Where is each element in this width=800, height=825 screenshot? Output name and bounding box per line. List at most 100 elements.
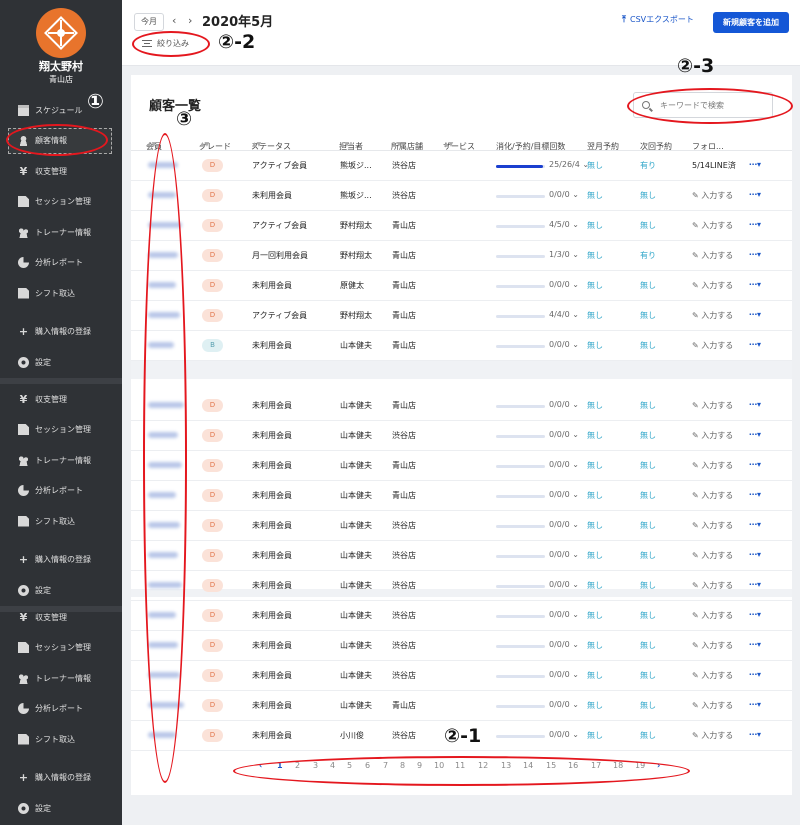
member-name-blurred[interactable] [148, 552, 178, 558]
follow-cell[interactable]: ✎ 入力する [692, 190, 733, 201]
more-menu-button[interactable]: ⋯▾ [749, 310, 761, 319]
progress-counts[interactable]: 0/0/0 ⌄ [549, 550, 579, 559]
chevron-right-icon[interactable]: › [188, 13, 192, 29]
next-month-reservation[interactable]: 無し [587, 250, 603, 261]
next-month-reservation[interactable]: 無し [587, 640, 603, 651]
progress-counts[interactable]: 0/0/0 ⌄ [549, 520, 579, 529]
table-row[interactable]: D 未利用会員 山本健夫 渋谷店 0/0/0 ⌄ 無し 無し ✎ 入力する ⋯▾ [131, 601, 792, 631]
next-reservation[interactable]: 無し [640, 340, 656, 351]
more-menu-button[interactable]: ⋯▾ [749, 700, 761, 709]
next-reservation[interactable]: 有り [640, 250, 656, 261]
next-reservation[interactable]: 無し [640, 460, 656, 471]
chevron-left-icon[interactable]: ‹ [259, 761, 262, 770]
sidebar-item[interactable]: トレーナー情報 [0, 219, 122, 245]
next-reservation[interactable]: 無し [640, 520, 656, 531]
page-number[interactable]: 7 [383, 761, 388, 770]
follow-cell[interactable]: ✎ 入力する [692, 250, 733, 261]
progress-counts[interactable]: 0/0/0 ⌄ [549, 340, 579, 349]
table-row[interactable]: D 未利用会員 山本健夫 渋谷店 0/0/0 ⌄ 無し 無し ✎ 入力する ⋯▾ [131, 511, 792, 541]
next-month-reservation[interactable]: 無し [587, 160, 603, 171]
page-number[interactable]: 5 [347, 761, 352, 770]
chevron-right-icon[interactable]: › [657, 761, 660, 770]
progress-counts[interactable]: 25/26/4 ⌄ [549, 160, 589, 169]
follow-cell[interactable]: ✎ 入力する [692, 280, 733, 291]
more-menu-button[interactable]: ⋯▾ [749, 670, 761, 679]
more-menu-button[interactable]: ⋯▾ [749, 610, 761, 619]
member-name-blurred[interactable] [148, 642, 178, 648]
follow-cell[interactable]: ✎ 入力する [692, 730, 733, 741]
next-reservation[interactable]: 無し [640, 580, 656, 591]
next-month-reservation[interactable]: 無し [587, 610, 603, 621]
next-reservation[interactable]: 無し [640, 670, 656, 681]
table-row[interactable]: D 未利用会員 山本健夫 青山店 0/0/0 ⌄ 無し 無し ✎ 入力する ⋯▾ [131, 391, 792, 421]
page-number[interactable]: 18 [613, 761, 623, 770]
sidebar-item[interactable]: シフト取込 [0, 726, 122, 752]
member-name-blurred[interactable] [148, 612, 176, 618]
more-menu-button[interactable]: ⋯▾ [749, 160, 761, 169]
page-number[interactable]: 14 [523, 761, 533, 770]
next-month-reservation[interactable]: 無し [587, 190, 603, 201]
sidebar-item[interactable]: シフト取込 [0, 508, 122, 534]
follow-cell[interactable]: ✎ 入力する [692, 310, 733, 321]
progress-counts[interactable]: 0/0/0 ⌄ [549, 730, 579, 739]
sidebar-item[interactable]: 分析レポート [0, 478, 122, 504]
progress-counts[interactable]: 4/5/0 ⌄ [549, 220, 579, 229]
member-name-blurred[interactable] [148, 702, 184, 708]
table-row[interactable]: D 未利用会員 山本健夫 渋谷店 0/0/0 ⌄ 無し 無し ✎ 入力する ⋯▾ [131, 421, 792, 451]
progress-counts[interactable]: 0/0/0 ⌄ [549, 670, 579, 679]
member-name-blurred[interactable] [148, 732, 176, 738]
table-row[interactable]: D 未利用会員 山本健夫 青山店 0/0/0 ⌄ 無し 無し ✎ 入力する ⋯▾ [131, 451, 792, 481]
more-menu-button[interactable]: ⋯▾ [749, 220, 761, 229]
page-number[interactable]: 17 [591, 761, 601, 770]
table-row[interactable]: D アクティブ会員 野村翔太 青山店 4/4/0 ⌄ 無し 無し ✎ 入力する ⋯▾ [131, 301, 792, 331]
sidebar-item[interactable]: ¥ 収支管理 [0, 604, 122, 630]
page-number[interactable]: 9 [417, 761, 422, 770]
page-number[interactable]: 15 [546, 761, 556, 770]
next-month-reservation[interactable]: 無し [587, 280, 603, 291]
sidebar-item[interactable]: セッション管理 [0, 189, 122, 215]
table-row[interactable]: D アクティブ会員 熊坂ジ... 渋谷店 25/26/4 ⌄ 無し 有り 5/14LINE済 ⋯… [131, 151, 792, 181]
member-name-blurred[interactable] [148, 252, 178, 258]
page-number[interactable]: 13 [501, 761, 511, 770]
next-reservation[interactable]: 無し [640, 280, 656, 291]
csv-export-button[interactable]: ⤒ CSVエクスポート [622, 14, 694, 25]
more-menu-button[interactable]: ⋯▾ [749, 640, 761, 649]
page-number[interactable]: 3 [313, 761, 318, 770]
follow-cell[interactable]: 5/14LINE済 [692, 160, 736, 171]
member-name-blurred[interactable] [148, 192, 176, 198]
follow-cell[interactable]: ✎ 入力する [692, 340, 733, 351]
search-input[interactable]: キーワードで検索 [633, 92, 773, 118]
table-row[interactable]: D 未利用会員 山本健夫 渋谷店 0/0/0 ⌄ 無し 無し ✎ 入力する ⋯▾ [131, 661, 792, 691]
page-number[interactable]: 4 [330, 761, 335, 770]
member-name-blurred[interactable] [148, 402, 184, 408]
member-name-blurred[interactable] [148, 162, 178, 168]
member-name-blurred[interactable] [148, 342, 174, 348]
sidebar-item[interactable]: + 購入情報の登録 [0, 765, 122, 791]
next-reservation[interactable]: 無し [640, 310, 656, 321]
more-menu-button[interactable]: ⋯▾ [749, 250, 761, 259]
more-menu-button[interactable]: ⋯▾ [749, 340, 761, 349]
member-name-blurred[interactable] [148, 222, 182, 228]
table-row[interactable]: D 未利用会員 熊坂ジ... 渋谷店 0/0/0 ⌄ 無し 無し ✎ 入力する ⋯▾ [131, 181, 792, 211]
member-name-blurred[interactable] [148, 672, 180, 678]
member-name-blurred[interactable] [148, 432, 178, 438]
more-menu-button[interactable]: ⋯▾ [749, 730, 761, 739]
next-reservation[interactable]: 無し [640, 400, 656, 411]
table-row[interactable]: D 未利用会員 山本健夫 青山店 0/0/0 ⌄ 無し 無し ✎ 入力する ⋯▾ [131, 481, 792, 511]
next-reservation[interactable]: 無し [640, 700, 656, 711]
next-reservation[interactable]: 有り [640, 160, 656, 171]
progress-counts[interactable]: 0/0/0 ⌄ [549, 580, 579, 589]
follow-cell[interactable]: ✎ 入力する [692, 430, 733, 441]
sidebar-item[interactable]: + 購入情報の登録 [0, 547, 122, 573]
next-reservation[interactable]: 無し [640, 610, 656, 621]
table-row[interactable]: B 未利用会員 山本健夫 青山店 0/0/0 ⌄ 無し 無し ✎ 入力する ⋯▾ [131, 331, 792, 361]
page-number[interactable]: 10 [434, 761, 444, 770]
sidebar-item[interactable]: トレーナー情報 [0, 447, 122, 473]
sidebar-item[interactable]: 顧客情報 [8, 127, 112, 154]
sidebar-item[interactable]: 設定 [0, 795, 122, 821]
follow-cell[interactable]: ✎ 入力する [692, 220, 733, 231]
next-month-reservation[interactable]: 無し [587, 310, 603, 321]
next-month-reservation[interactable]: 無し [587, 700, 603, 711]
follow-cell[interactable]: ✎ 入力する [692, 550, 733, 561]
sidebar-item[interactable]: ¥ 収支管理 [0, 386, 122, 412]
